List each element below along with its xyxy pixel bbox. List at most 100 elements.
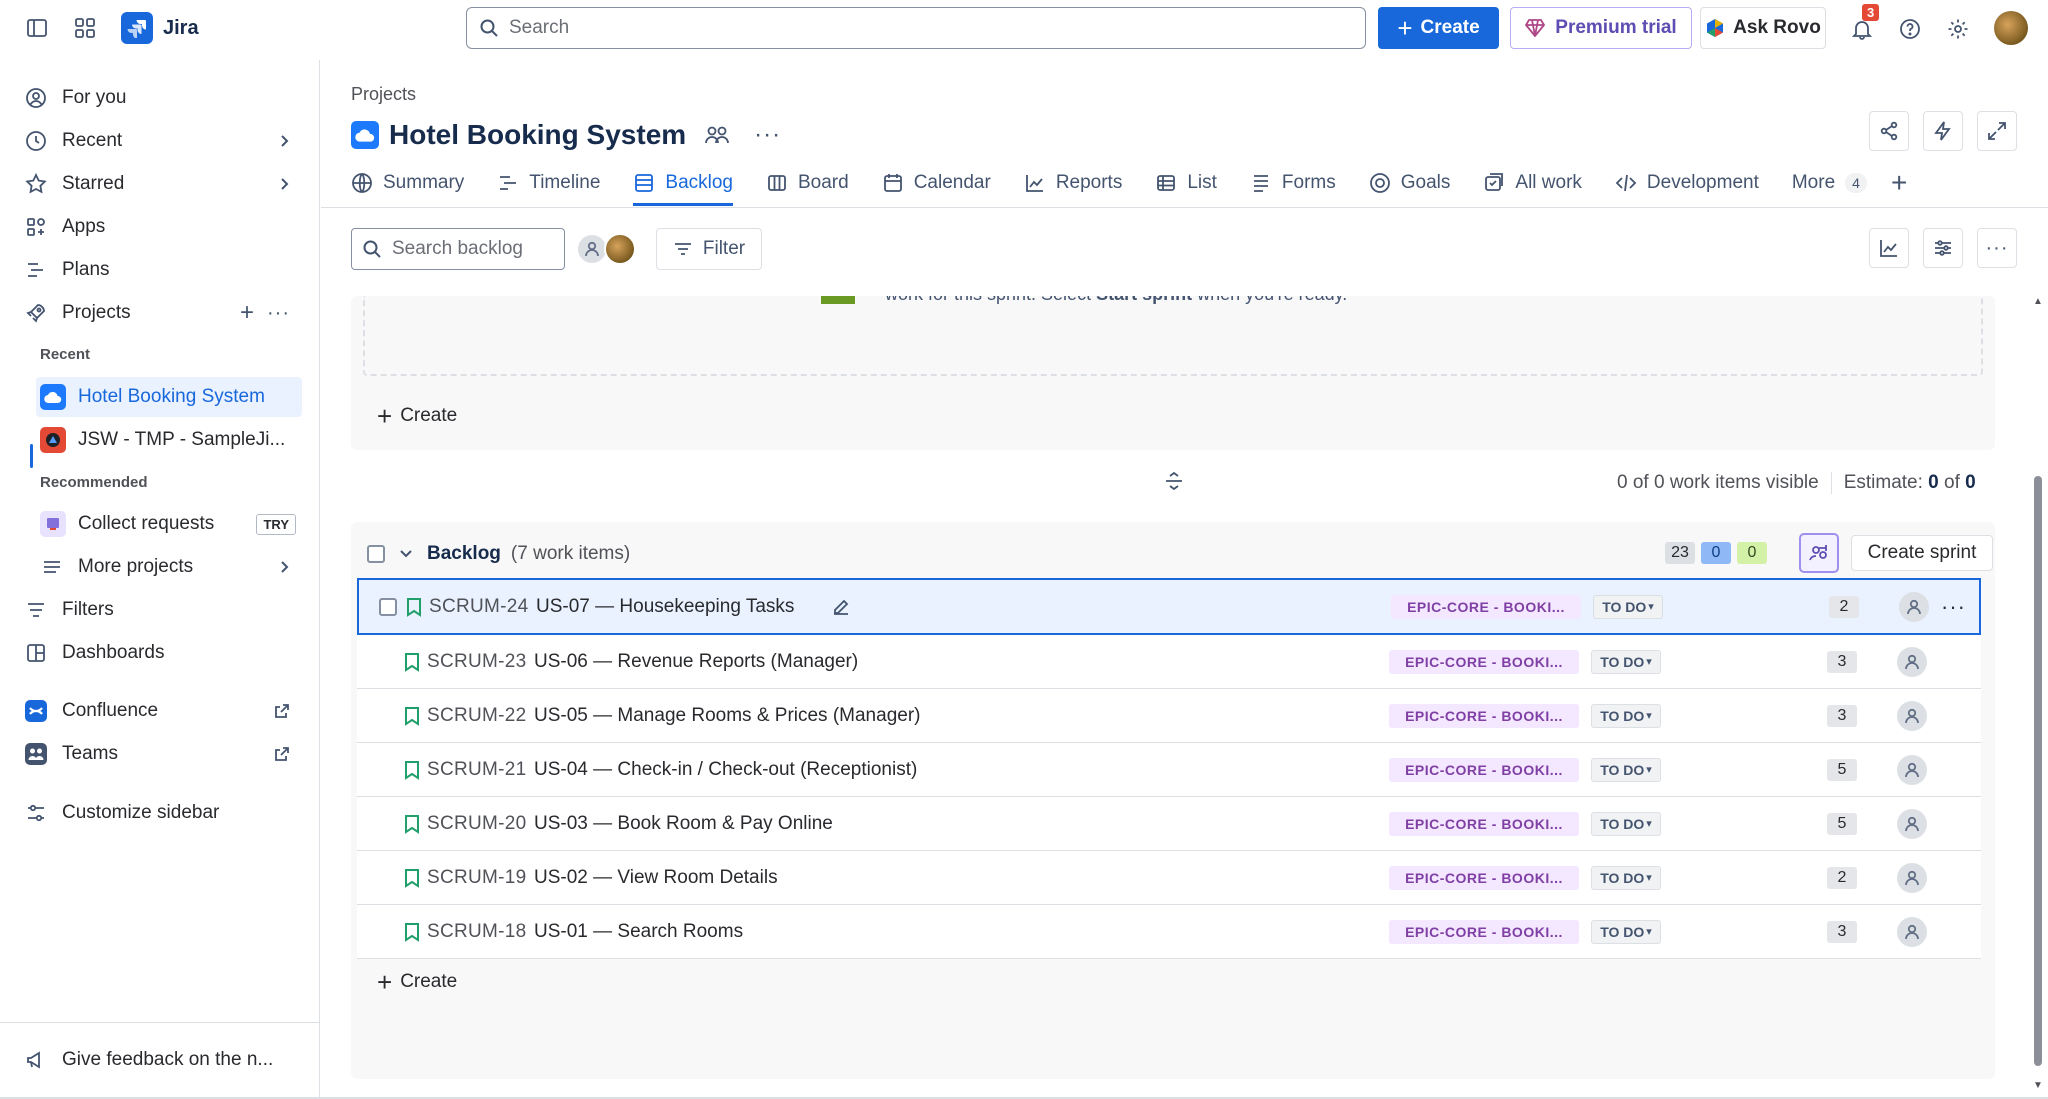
backlog-row-scrum-24[interactable]: SCRUM-24 US-07 — Housekeeping Tasks EPIC… (357, 578, 1981, 635)
backlog-row-scrum-21[interactable]: SCRUM-21 US-04 — Check-in / Check-out (R… (357, 743, 1981, 797)
backlog-row-scrum-19[interactable]: SCRUM-19 US-02 — View Room Details EPIC-… (357, 851, 1981, 905)
status-dropdown[interactable]: TO DO ▾ (1591, 811, 1661, 836)
epic-label[interactable]: EPIC-CORE - BOOKI... (1389, 757, 1579, 782)
resize-handle-icon[interactable] (1163, 470, 1185, 492)
tab-goals[interactable]: Goals (1369, 160, 1450, 206)
tab-development[interactable]: Development (1615, 160, 1759, 206)
add-project-plus-icon[interactable]: + (240, 299, 254, 327)
backlog-row-scrum-18[interactable]: SCRUM-18 US-01 — Search Rooms EPIC-CORE … (357, 905, 1981, 959)
status-dropdown[interactable]: TO DO ▾ (1591, 757, 1661, 782)
search-input[interactable] (509, 17, 1309, 39)
backlog-row-scrum-20[interactable]: SCRUM-20 US-03 — Book Room & Pay Online … (357, 797, 1981, 851)
issue-key[interactable]: SCRUM-23 (427, 651, 527, 673)
sidebar-item-apps[interactable]: Apps (16, 207, 302, 247)
sprint-create-button[interactable]: + Create (377, 403, 457, 429)
backlog-search[interactable] (351, 228, 565, 270)
story-points[interactable]: 3 (1827, 650, 1857, 673)
assignee-avatar[interactable] (1897, 808, 1927, 839)
help-icon[interactable] (1890, 9, 1930, 49)
app-switcher-icon[interactable] (65, 8, 105, 48)
scrollbar-thumb[interactable] (2034, 476, 2042, 1066)
vertical-scrollbar[interactable]: ▲ ▼ (2030, 296, 2046, 1091)
fullscreen-icon[interactable] (1977, 111, 2017, 151)
issue-summary[interactable]: US-03 — Book Room & Pay Online (534, 813, 833, 835)
status-dropdown[interactable]: TO DO ▾ (1591, 919, 1661, 944)
sidebar-item-projects[interactable]: Projects + ··· (16, 293, 302, 333)
status-dropdown[interactable]: TO DO ▾ (1591, 703, 1661, 728)
story-points[interactable]: 3 (1827, 920, 1857, 943)
sidebar-item-plans[interactable]: Plans (16, 250, 302, 290)
sprint-people-icon[interactable] (1799, 533, 1839, 573)
status-dropdown[interactable]: TO DO ▾ (1591, 865, 1661, 890)
chevron-down-icon[interactable] (399, 549, 413, 559)
sidebar-item-confluence[interactable]: Confluence (16, 691, 302, 731)
epic-label[interactable]: EPIC-CORE - BOOKI... (1389, 919, 1579, 944)
tab-calendar[interactable]: Calendar (882, 160, 991, 206)
add-tab-plus-icon[interactable]: + (1891, 160, 1907, 206)
issue-key[interactable]: SCRUM-21 (427, 759, 527, 781)
assignee-avatar[interactable] (1897, 700, 1927, 731)
breadcrumb[interactable]: Projects (351, 84, 416, 105)
tab-board[interactable]: Board (766, 160, 849, 206)
backlog-select-all-checkbox[interactable] (367, 545, 385, 563)
epic-label[interactable]: EPIC-CORE - BOOKI... (1389, 865, 1579, 890)
filter-button[interactable]: Filter (656, 228, 762, 270)
story-points[interactable]: 5 (1827, 758, 1857, 781)
backlog-row-scrum-23[interactable]: SCRUM-23 US-06 — Revenue Reports (Manage… (357, 635, 1981, 689)
create-sprint-button[interactable]: Create sprint (1851, 535, 1993, 571)
issue-key[interactable]: SCRUM-18 (427, 921, 527, 943)
assignee-avatar[interactable] (1897, 916, 1927, 947)
sidebar-item-filters[interactable]: Filters (16, 590, 302, 630)
project-more-icon[interactable]: ··· (754, 121, 781, 149)
view-settings-icon[interactable] (1923, 228, 1963, 268)
sidebar-item-for-you[interactable]: For you (16, 78, 302, 118)
assignee-avatar[interactable] (1897, 754, 1927, 785)
create-button[interactable]: + Create (1378, 7, 1499, 49)
sidebar-project-jsw-tmp[interactable]: JSW - TMP - SampleJi... (36, 420, 302, 460)
user-avatar[interactable] (1994, 11, 2028, 45)
issue-summary[interactable]: US-02 — View Room Details (534, 867, 778, 889)
more-actions-icon[interactable]: ··· (1977, 228, 2017, 268)
status-dropdown[interactable]: TO DO ▾ (1591, 649, 1661, 674)
assignee-avatar[interactable] (1897, 862, 1927, 893)
assignee-avatar[interactable] (1899, 591, 1929, 622)
backlog-row-scrum-22[interactable]: SCRUM-22 US-05 — Manage Rooms & Prices (… (357, 689, 1981, 743)
story-points[interactable]: 2 (1829, 595, 1859, 618)
epic-label[interactable]: EPIC-CORE - BOOKI... (1389, 649, 1579, 674)
sidebar-item-recent[interactable]: Recent (16, 121, 302, 161)
sidebar-project-hotel-booking[interactable]: Hotel Booking System (36, 377, 302, 417)
sidebar-toggle-icon[interactable] (17, 8, 57, 48)
row-more-icon[interactable]: ··· (1941, 594, 1966, 620)
sidebar-item-starred[interactable]: Starred (16, 164, 302, 204)
tab-backlog[interactable]: Backlog (633, 160, 733, 206)
tab-more[interactable]: More 4 (1792, 160, 1867, 206)
sidebar-item-collect-requests[interactable]: Collect requests TRY (36, 504, 302, 544)
tab-forms[interactable]: Forms (1250, 160, 1336, 206)
tab-summary[interactable]: Summary (351, 160, 464, 206)
backlog-search-input[interactable] (392, 238, 552, 260)
issue-key[interactable]: SCRUM-20 (427, 813, 527, 835)
issue-summary[interactable]: US-05 — Manage Rooms & Prices (Manager) (534, 705, 920, 727)
share-icon[interactable] (1869, 111, 1909, 151)
story-points[interactable]: 2 (1827, 866, 1857, 889)
issue-key[interactable]: SCRUM-24 (429, 596, 529, 618)
backlog-create-button[interactable]: + Create (377, 969, 457, 995)
issue-summary[interactable]: US-07 — Housekeeping Tasks (536, 596, 794, 618)
ask-rovo-button[interactable]: Ask Rovo (1700, 7, 1826, 49)
scroll-down-arrow-icon[interactable]: ▼ (2033, 1080, 2043, 1091)
epic-label[interactable]: EPIC-CORE - BOOKI... (1389, 703, 1579, 728)
global-search[interactable] (466, 7, 1366, 49)
sidebar-item-more-projects[interactable]: More projects (36, 547, 302, 587)
assignee-avatar[interactable] (1897, 646, 1927, 677)
tab-list[interactable]: List (1155, 160, 1217, 206)
team-icon[interactable] (704, 123, 730, 147)
jira-home-link[interactable]: Jira (121, 12, 199, 44)
scroll-up-arrow-icon[interactable]: ▲ (2033, 296, 2043, 307)
story-points[interactable]: 5 (1827, 812, 1857, 835)
epic-label[interactable]: EPIC-CORE - BOOKI... (1389, 811, 1579, 836)
issue-summary[interactable]: US-06 — Revenue Reports (Manager) (534, 651, 858, 673)
projects-more-icon[interactable]: ··· (267, 302, 290, 325)
automation-lightning-icon[interactable] (1923, 111, 1963, 151)
user-avatar-filter[interactable] (604, 233, 636, 265)
sidebar-item-dashboards[interactable]: Dashboards (16, 633, 302, 673)
